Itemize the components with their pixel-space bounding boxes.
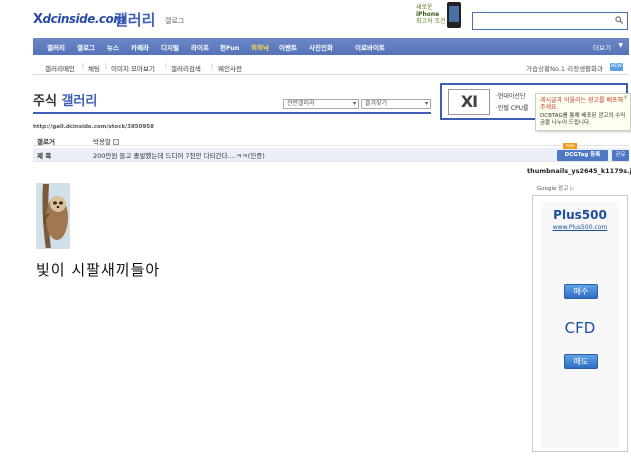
- close-icon[interactable]: ×: [623, 94, 628, 101]
- favorites-select[interactable]: 즐겨찾기 ▾: [361, 99, 431, 109]
- chevron-down-icon[interactable]: ▼: [618, 42, 623, 49]
- subnav-chat[interactable]: 채팅: [88, 63, 100, 73]
- dc-ad-line1[interactable]: ·현대아산단: [496, 91, 526, 100]
- buy-button[interactable]: 매수: [564, 284, 598, 299]
- google-ad-label[interactable]: Google 광고 ▷: [537, 184, 574, 192]
- title-label: 제 목: [37, 152, 52, 160]
- nav-item-gallog[interactable]: 갤로그: [77, 42, 95, 52]
- chevron-down-icon: ▾: [424, 100, 428, 107]
- gallery-title-text: 갤러리: [61, 94, 98, 109]
- logo-text: dcinside.com: [42, 12, 126, 26]
- subnav-gallery-main[interactable]: 갤러리메인: [45, 63, 75, 73]
- nav-more-link[interactable]: 더보기: [593, 42, 611, 52]
- tooltip-body: DCBTAG를 통해 배포된 광고의 수익금을 나누어 드립니다.: [540, 113, 626, 126]
- sub-nav: 갤러리메인 | 채팅 | 이미지 모아보기 | 갤러리검색 | 웨인사전 가습상…: [33, 58, 629, 75]
- nav-item-news[interactable]: 뉴스: [107, 42, 119, 52]
- plus500-url[interactable]: www.Plus500.com: [541, 224, 619, 231]
- share-button[interactable]: 공유: [612, 150, 629, 161]
- dcinside-logo[interactable]: Xdcinside.com: [33, 12, 126, 27]
- dc-ad-line2[interactable]: ·인텔 CPU를: [496, 103, 529, 112]
- nav-item-hihi[interactable]: 히히낙: [251, 42, 269, 52]
- nav-item-arbeit[interactable]: 이로바이트: [355, 42, 385, 52]
- cfd-label: CFD: [564, 319, 596, 337]
- new-badge: new: [563, 143, 577, 149]
- post-title: 200만원 들고 졸발했는데 드디어 7천만 다되간다....ㅋㅋ(인증): [93, 152, 265, 160]
- gallery-title-prefix: 주식: [33, 94, 57, 109]
- post-url[interactable]: http://gall.dcinside.com/stock/3850958: [33, 124, 154, 130]
- nav-item-digital[interactable]: 디지털: [161, 42, 179, 52]
- subnav-image-collection[interactable]: 이미지 모아보기: [111, 63, 155, 73]
- writer-row: 갤로거 박용말: [33, 134, 629, 146]
- chevron-down-icon: ▾: [352, 100, 356, 107]
- gallog-icon[interactable]: [112, 139, 119, 145]
- subnav-promo-link[interactable]: 가습상황No.1 리정생활화과: [526, 63, 603, 73]
- related-gallery-select-value: 관련갤러리: [287, 100, 315, 107]
- nav-item-fun[interactable]: 펀Fun: [220, 42, 239, 52]
- search-icon[interactable]: [615, 16, 623, 26]
- dctag-register-button[interactable]: DCGTag 등록: [557, 150, 608, 161]
- sell-button[interactable]: 매도: [564, 354, 598, 369]
- iphone-banner-ad[interactable]: 새로운 iPhone 최고의 조건: [414, 0, 464, 30]
- main-nav: 갤러리 갤로그 뉴스 카페라 디지털 라이프 펀Fun 히히낙 이벤트 사진인화…: [33, 38, 629, 55]
- nav-item-photo-print[interactable]: 사진인화: [309, 42, 333, 52]
- related-gallery-select[interactable]: 관련갤러리 ▾: [283, 99, 359, 109]
- nav-item-event[interactable]: 이벤트: [279, 42, 297, 52]
- sloth-image: [37, 184, 69, 248]
- gallery-title: 주식 갤러리: [33, 90, 97, 109]
- plus500-brand[interactable]: Plus500: [541, 208, 619, 222]
- post-body-text: 빛이 시팔새끼들아: [36, 261, 161, 279]
- title-row: 제 목 200만원 들고 졸발했는데 드디어 7천만 다되간다....ㅋㅋ(인증…: [33, 148, 629, 162]
- subnav-gallery-search[interactable]: 갤러리검색: [171, 63, 201, 73]
- nav-item-gallery[interactable]: 갤러리: [47, 42, 65, 52]
- favorites-select-value: 즐겨찾기: [365, 100, 388, 107]
- new-badge: NEW: [610, 63, 623, 71]
- writer-name[interactable]: 박용말: [93, 138, 111, 146]
- site-title[interactable]: 갤러리: [114, 9, 155, 30]
- post-image[interactable]: [36, 183, 70, 249]
- iphone-ad-line3: 최고의 조건: [416, 18, 446, 25]
- ad-tooltip: 게시글과 어울리는 광고를 배포해주세요. DCBTAG를 통해 배포된 광고의…: [535, 93, 631, 131]
- dc-ad-logo: XI: [448, 89, 490, 115]
- subnav-dictionary[interactable]: 웨인사전: [218, 63, 242, 73]
- search-input[interactable]: [472, 12, 628, 30]
- writer-label: 갤로거: [37, 138, 55, 146]
- divider: [33, 112, 431, 114]
- iphone-image: [447, 2, 461, 28]
- gallog-link[interactable]: 갤로그: [165, 16, 184, 26]
- tooltip-headline: 게시글과 어울리는 광고를 배포해주세요.: [540, 97, 624, 111]
- attachment-filename[interactable]: thumbnails_ys2645_k1179s.jpg: [527, 167, 631, 175]
- iphone-ad-line1: 새로운: [416, 4, 433, 11]
- nav-item-life[interactable]: 라이프: [191, 42, 209, 52]
- nav-item-camera[interactable]: 카페라: [131, 42, 149, 52]
- iphone-ad-line2: iPhone: [416, 11, 440, 18]
- google-ad-box[interactable]: Plus500 www.Plus500.com 매수 CFD 매도: [532, 195, 628, 452]
- logo-x: X: [33, 12, 43, 27]
